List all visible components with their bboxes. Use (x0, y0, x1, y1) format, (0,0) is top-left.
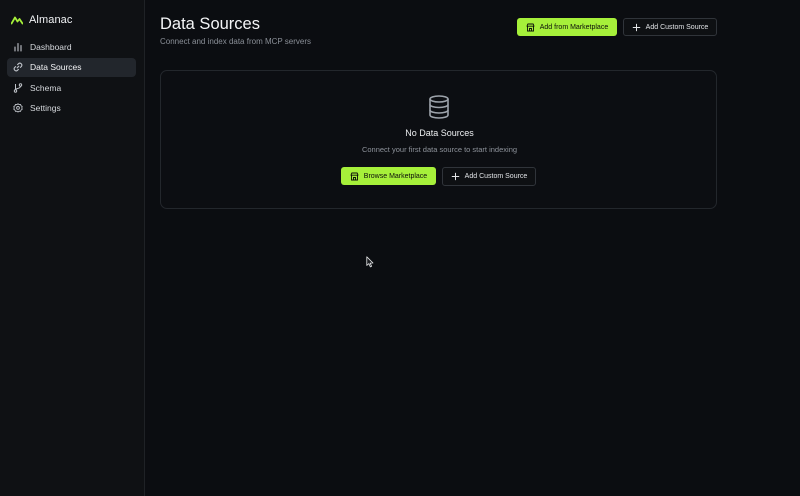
sidebar-item-data-sources[interactable]: Data Sources (7, 57, 136, 77)
add-custom-source-button[interactable]: Add Custom Source (442, 167, 536, 186)
empty-state-description: Connect your first data source to start … (361, 145, 518, 154)
brand-name: Almanac (29, 14, 73, 26)
branch-icon (13, 82, 23, 93)
gear-icon (13, 103, 23, 113)
empty-state-card: No Data Sources Connect your first data … (160, 70, 717, 209)
plus-icon (451, 172, 460, 181)
add-custom-source-button[interactable]: Add Custom Source (623, 18, 717, 36)
store-icon (526, 23, 535, 32)
add-from-marketplace-button[interactable]: Add from Marketplace (517, 18, 617, 36)
brand[interactable]: Almanac (11, 12, 73, 28)
button-label: Add Custom Source (645, 23, 709, 31)
mouse-cursor-icon (366, 255, 374, 268)
browse-marketplace-button[interactable]: Browse Marketplace (341, 167, 436, 185)
page-subtitle: Connect and index data from MCP servers (160, 37, 312, 46)
sidebar-item-label: Dashboard (30, 41, 72, 52)
sidebar-item-label: Schema (30, 82, 62, 93)
main-content: Data Sources Connect and index data from… (145, 0, 800, 496)
sidebar: Almanac Dashboard Data Sources Schema Se… (0, 0, 145, 496)
bar-chart-icon (13, 42, 23, 52)
sidebar-item-label: Settings (30, 103, 61, 113)
sidebar-item-settings[interactable]: Settings (7, 99, 136, 118)
button-label: Browse Marketplace (363, 172, 428, 180)
sidebar-nav: Dashboard Data Sources Schema Settings (7, 37, 136, 119)
link-icon (13, 62, 23, 72)
sidebar-item-label: Data Sources (30, 62, 82, 72)
empty-state-title: No Data Sources (405, 128, 474, 138)
database-icon (428, 95, 450, 119)
almanac-logo-icon (11, 15, 23, 25)
sidebar-item-schema[interactable]: Schema (7, 78, 136, 97)
store-icon (350, 172, 359, 181)
sidebar-item-dashboard[interactable]: Dashboard (7, 37, 136, 56)
plus-icon (632, 23, 641, 32)
page-title: Data Sources (160, 15, 260, 33)
button-label: Add Custom Source (464, 173, 528, 180)
button-label: Add from Marketplace (539, 23, 609, 31)
